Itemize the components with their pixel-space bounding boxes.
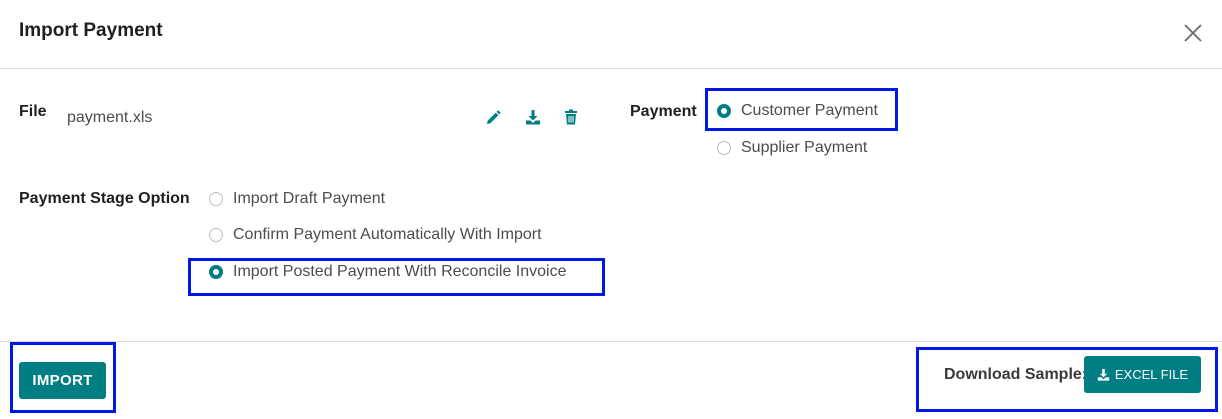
trash-icon[interactable] — [563, 109, 579, 125]
download-icon[interactable] — [525, 109, 541, 125]
radio-import-draft[interactable]: Import Draft Payment — [209, 190, 385, 208]
dialog-title: Import Payment — [19, 20, 163, 41]
radio-unchecked-icon — [209, 228, 223, 242]
radio-unchecked-icon — [209, 192, 223, 206]
radio-label: Import Draft Payment — [233, 190, 386, 207]
highlight-box-posted-payment — [188, 258, 605, 296]
radio-label: Confirm Payment Automatically With Impor… — [233, 226, 542, 243]
highlight-box-download-sample — [916, 347, 1218, 412]
radio-confirm-auto[interactable]: Confirm Payment Automatically With Impor… — [209, 226, 542, 244]
radio-label: Supplier Payment — [741, 139, 868, 156]
pencil-icon[interactable] — [485, 110, 501, 126]
radio-unchecked-icon — [717, 141, 731, 155]
highlight-box-customer-payment — [705, 88, 898, 131]
stage-label: Payment Stage Option — [19, 190, 190, 207]
payment-label: Payment — [630, 103, 697, 120]
footer-divider — [0, 341, 1222, 342]
file-name: payment.xls — [67, 109, 153, 126]
radio-supplier-payment[interactable]: Supplier Payment — [717, 139, 867, 157]
highlight-box-import — [10, 342, 116, 413]
dialog-header: Import Payment — [0, 0, 1222, 69]
close-icon[interactable] — [1180, 20, 1206, 46]
file-label: File — [19, 103, 47, 120]
